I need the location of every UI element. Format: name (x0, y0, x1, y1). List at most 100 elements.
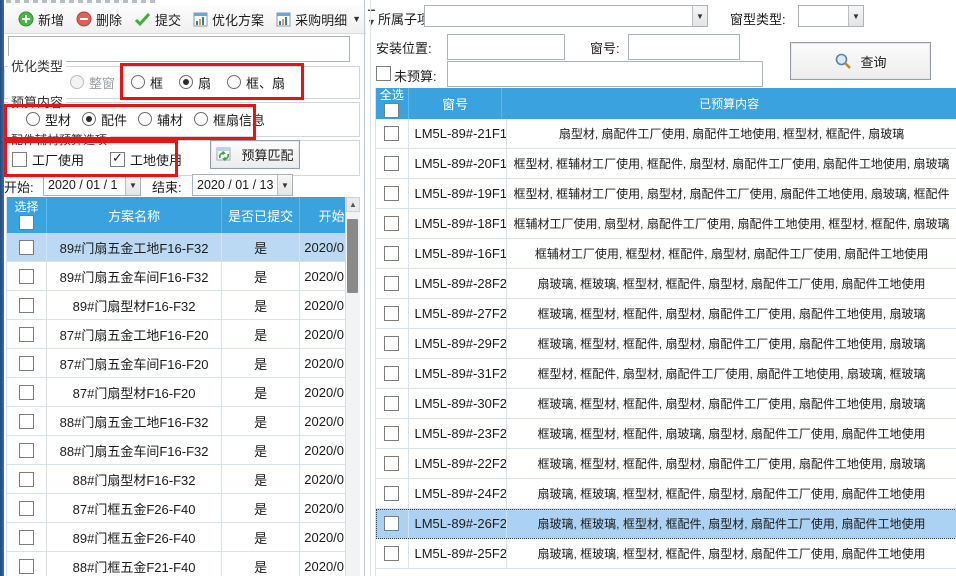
delete-button[interactable]: 删除 (70, 8, 128, 31)
budget-row[interactable]: LM5L-89#-26F24扇玻璃, 框玻璃, 框型材, 框配件, 扇型材, 扇… (376, 509, 956, 539)
budget-row[interactable]: LM5L-89#-22F20框玻璃, 框型材, 框配件, 扇型材, 扇配件工厂使… (376, 449, 956, 479)
window-type-combobox[interactable]: ▼ (798, 5, 864, 27)
plan-row[interactable]: 88#门扇五金工地F16-F32是2020/0 (7, 407, 360, 436)
row-checkbox[interactable] (384, 336, 399, 351)
no-budget-checkbox[interactable] (376, 66, 391, 81)
radio-option-框扇信息[interactable]: 框扇信息 (194, 110, 265, 129)
plan-name-column-header[interactable]: 方案名称 (47, 197, 222, 233)
radio-option-扇[interactable]: 扇 (179, 73, 211, 92)
row-checkbox[interactable] (19, 356, 34, 371)
sub-item-combobox[interactable]: ▼ (424, 5, 708, 27)
panel-divider[interactable] (364, 0, 365, 576)
row-checkbox[interactable] (384, 126, 399, 141)
budget-match-button[interactable]: 预算匹配 (210, 140, 300, 169)
checkbox-option-工地使用[interactable]: 工地使用 (110, 150, 182, 169)
row-checkbox[interactable] (384, 186, 399, 201)
select-all-checkbox[interactable] (19, 215, 34, 230)
install-position-input[interactable] (447, 34, 565, 60)
row-checkbox[interactable] (19, 269, 34, 284)
plan-row[interactable]: 89#门扇型材F16-F32是2020/0 (7, 291, 360, 320)
plan-row[interactable]: 88#门扇五金车间F16-F32是2020/0 (7, 436, 360, 465)
budget-row[interactable]: LM5L-89#-28F26扇玻璃, 框玻璃, 框型材, 框配件, 扇型材, 扇… (376, 269, 956, 299)
radio-option-型材[interactable]: 型材 (26, 110, 71, 129)
row-checkbox[interactable] (19, 443, 34, 458)
plan-row[interactable]: 88#门扇型材F16-F32是2020/0 (7, 465, 360, 494)
submit-button[interactable]: 提交 (128, 8, 187, 31)
row-checkbox[interactable] (384, 216, 399, 231)
radio-icon[interactable] (138, 112, 152, 126)
radio-icon[interactable] (227, 75, 241, 89)
scroll-up-button[interactable]: ▲ (346, 197, 360, 212)
radio-checked-icon[interactable] (179, 75, 193, 89)
row-checkbox[interactable] (384, 456, 399, 471)
row-checkbox[interactable] (19, 327, 34, 342)
plan-row[interactable]: 89#门框五金F26-F40是2020/0 (7, 523, 360, 552)
plan-row[interactable]: 87#门扇五金工地F16-F20是2020/0 (7, 320, 360, 349)
optimize-plan-button[interactable]: 优化方案 (187, 8, 270, 31)
radio-icon[interactable] (70, 75, 84, 89)
row-checkbox[interactable] (384, 246, 399, 261)
scrollbar-thumb[interactable] (347, 219, 358, 293)
checkbox-icon[interactable] (12, 152, 27, 167)
row-checkbox[interactable] (384, 546, 399, 561)
row-checkbox[interactable] (19, 298, 34, 313)
radio-icon[interactable] (26, 112, 40, 126)
row-checkbox[interactable] (19, 530, 34, 545)
radio-icon[interactable] (194, 112, 208, 126)
radio-option-整窗[interactable]: 整窗 (70, 73, 115, 92)
row-checkbox[interactable] (384, 516, 399, 531)
row-checkbox[interactable] (384, 156, 399, 171)
row-checkbox[interactable] (19, 472, 34, 487)
chevron-down-icon[interactable]: ▼ (125, 175, 140, 195)
row-checkbox[interactable] (19, 240, 34, 255)
purchase-detail-button[interactable]: 采购明细 ▼ (270, 8, 367, 31)
budget-row[interactable]: LM5L-89#-21F19扇型材, 扇配件工厂使用, 扇配件工地使用, 框型材… (376, 119, 956, 149)
budget-row[interactable]: LM5L-89#-25F23扇玻璃, 框玻璃, 框型材, 框配件, 扇型材, 扇… (376, 539, 956, 569)
row-checkbox[interactable] (384, 366, 399, 381)
no-budget-input[interactable] (447, 61, 763, 87)
row-checkbox[interactable] (384, 396, 399, 411)
window-no-column-header[interactable]: 窗号 (409, 88, 503, 119)
radio-option-配件[interactable]: 配件 (82, 110, 127, 129)
budget-row[interactable]: LM5L-89#-18F16框辅材工厂使用, 扇型材, 扇配件工厂使用, 扇配件… (376, 209, 956, 239)
plan-row[interactable]: 87#门框五金F26-F40是2020/0 (7, 494, 360, 523)
plan-row[interactable]: 89#门扇五金工地F16-F32是2020/0 (7, 233, 360, 262)
radio-option-框[interactable]: 框 (131, 73, 163, 92)
row-checkbox[interactable] (19, 501, 34, 516)
chevron-down-icon[interactable]: ▼ (848, 6, 863, 26)
toolbar-overflow-button[interactable]: ▔▼ (367, 12, 376, 26)
chevron-down-icon[interactable]: ▼ (277, 175, 292, 195)
row-checkbox[interactable] (384, 426, 399, 441)
budget-row[interactable]: LM5L-89#-23F21框玻璃, 框型材, 框配件, 扇玻璃, 扇型材, 扇… (376, 419, 956, 449)
checkbox-option-工厂使用[interactable]: 工厂使用 (12, 150, 84, 169)
radio-option-辅材[interactable]: 辅材 (138, 110, 183, 129)
chevron-down-icon[interactable]: ▼ (692, 6, 707, 26)
query-button[interactable]: 查询 (790, 42, 931, 80)
radio-icon[interactable] (131, 75, 145, 89)
budget-row[interactable]: LM5L-89#-27F25框玻璃, 框型材, 框配件, 扇型材, 扇配件工厂使… (376, 299, 956, 329)
select-all-checkbox[interactable] (384, 103, 399, 118)
add-button[interactable]: 新增 (12, 8, 70, 31)
budget-row[interactable]: LM5L-89#-29F27框玻璃, 框型材, 框配件, 扇型材, 扇配件工厂使… (376, 329, 956, 359)
budget-row[interactable]: LM5L-89#-16F15框辅材工厂使用, 框型材, 框配件, 扇型材, 扇配… (376, 239, 956, 269)
plan-row[interactable]: 87#门扇五金车间F16-F20是2020/0 (7, 349, 360, 378)
row-checkbox[interactable] (384, 306, 399, 321)
row-checkbox[interactable] (19, 559, 34, 574)
window-no-input[interactable] (628, 34, 740, 60)
plan-row[interactable]: 89#门扇五金车间F16-F32是2020/0 (7, 262, 360, 291)
row-checkbox[interactable] (19, 385, 34, 400)
row-checkbox[interactable] (384, 276, 399, 291)
checkbox-checked-icon[interactable] (110, 152, 125, 167)
row-checkbox[interactable] (384, 486, 399, 501)
row-checkbox[interactable] (19, 414, 34, 429)
budget-row[interactable]: LM5L-89#-24F22扇玻璃, 框玻璃, 框型材, 框配件, 扇型材, 扇… (376, 479, 956, 509)
plan-row[interactable]: 87#门扇型材F16-F20是2020/0 (7, 378, 360, 407)
radio-checked-icon[interactable] (82, 112, 96, 126)
chevron-down-icon[interactable]: ▼ (352, 14, 361, 24)
plan-table-scrollbar[interactable]: ▲ (345, 197, 360, 576)
budget-row[interactable]: LM5L-89#-30F28框玻璃, 框型材, 框配件, 扇型材, 扇配件工厂使… (376, 389, 956, 419)
budget-row[interactable]: LM5L-89#-20F18框型材, 框辅材工厂使用, 框配件, 扇型材, 扇配… (376, 149, 956, 179)
radio-option-框、扇[interactable]: 框、扇 (227, 73, 285, 92)
date-end-picker[interactable]: 2020 / 01 / 13 ▼ (192, 174, 293, 196)
budget-row[interactable]: LM5L-89#-19F17框型材, 框辅材工厂使用, 扇型材, 扇配件工厂使用… (376, 179, 956, 209)
